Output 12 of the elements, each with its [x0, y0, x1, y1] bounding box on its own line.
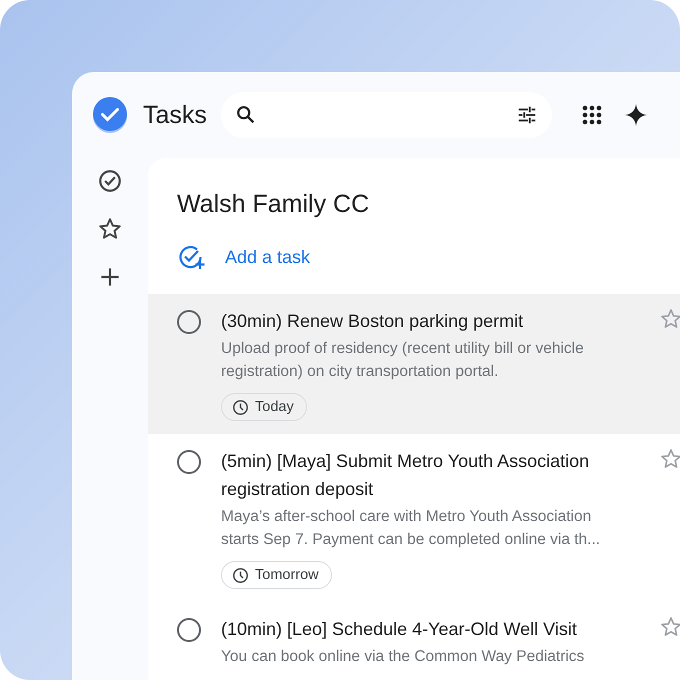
add-task-button[interactable]: Add a task	[148, 232, 310, 282]
task-description: You can book online via the Common Way Pediatrics	[221, 647, 586, 667]
task-row[interactable]: (30min) Renew Boston parking permit Upload proof of residency (recent utility bill or vehicle registration) on city transportation portal. Today	[148, 294, 680, 434]
due-date-chip[interactable]: Tomorrow	[221, 561, 332, 589]
task-title: (30min) Renew Boston parking permit	[221, 310, 524, 333]
task-title: (10min) [Leo] Schedule 4-Year-Old Well Visit	[221, 618, 578, 641]
task-description: Maya’s after-school care with Metro Youth Association starts Sep 7. Payment can be completed online via th...	[221, 507, 602, 550]
due-date-chip[interactable]: Today	[221, 393, 307, 421]
list-title: Walsh Family CC	[177, 190, 370, 218]
task-description: Upload proof of residency (recent utility bill or vehicle registration) on city transportation portal.	[221, 339, 585, 382]
app-name: Tasks	[143, 100, 208, 130]
task-title: (5min) [Maya] Submit Metro Youth Association registration deposit	[221, 450, 590, 501]
